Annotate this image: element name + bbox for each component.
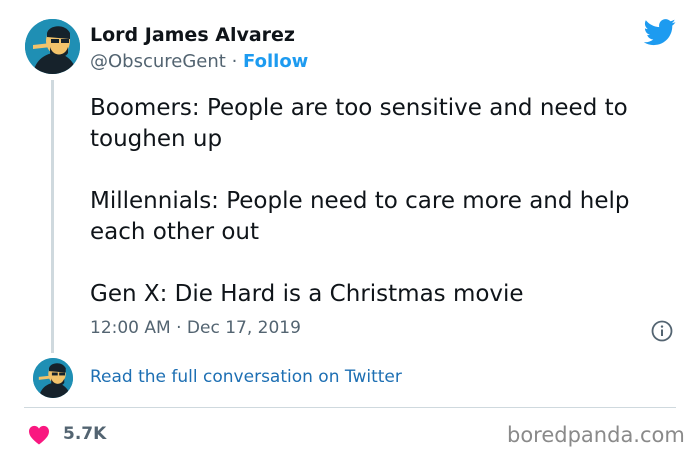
tweet-timestamp[interactable]: 12:00 AM · Dec 17, 2019 <box>90 318 301 338</box>
author-handle-row: @ObscureGent · Follow <box>90 51 308 72</box>
divider <box>24 407 676 408</box>
avatar-image <box>33 358 73 398</box>
author-name[interactable]: Lord James Alvarez <box>90 24 295 46</box>
author-avatar-small[interactable] <box>33 358 73 398</box>
heart-icon[interactable] <box>28 425 50 445</box>
tweet-paragraph: Millennials: People need to care more an… <box>90 188 630 245</box>
watermark: boredpanda.com <box>507 423 685 447</box>
avatar-image <box>25 19 80 74</box>
like-count[interactable]: 5.7K <box>63 424 106 444</box>
separator-dot: · <box>231 51 238 72</box>
tweet-paragraph: Boomers: People are too sensitive and ne… <box>90 95 628 152</box>
tweet-paragraph: Gen X: Die Hard is a Christmas movie <box>90 281 524 307</box>
tweet-text: Boomers: People are too sensitive and ne… <box>90 93 670 310</box>
info-icon[interactable] <box>651 320 673 342</box>
author-handle[interactable]: @ObscureGent <box>90 51 226 72</box>
twitter-bird-icon[interactable] <box>644 16 676 48</box>
author-avatar[interactable] <box>25 19 80 74</box>
follow-button[interactable]: Follow <box>243 51 308 72</box>
read-conversation-link[interactable]: Read the full conversation on Twitter <box>90 367 402 387</box>
thread-connector <box>51 80 54 353</box>
